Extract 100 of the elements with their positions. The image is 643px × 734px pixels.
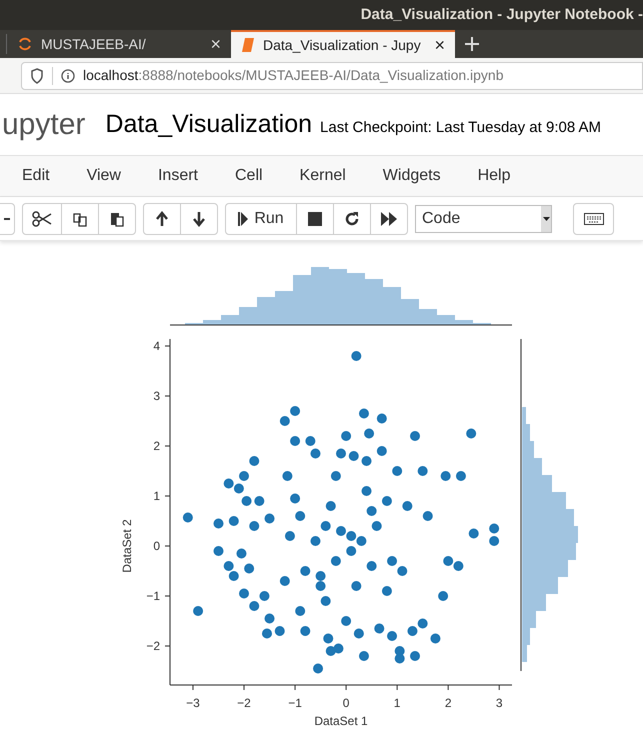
scatter-point xyxy=(402,501,412,511)
scatter-point xyxy=(489,524,500,534)
scatter-point xyxy=(236,548,246,558)
menu-item[interactable]: View xyxy=(86,164,121,188)
scatter-point xyxy=(438,591,448,601)
scatter-point xyxy=(313,664,324,674)
scatter-point xyxy=(468,528,479,538)
cut-button[interactable] xyxy=(22,202,62,234)
scatter-point xyxy=(382,496,392,506)
scatter-point xyxy=(410,431,420,441)
tick-label: −1 xyxy=(146,589,160,603)
scatter-point xyxy=(280,416,290,426)
scatter-point xyxy=(330,471,341,481)
scatter-point xyxy=(351,351,362,361)
scatter-point xyxy=(320,596,331,606)
arrow-down-icon xyxy=(192,210,206,226)
scatter-point xyxy=(366,506,377,516)
scatter-point xyxy=(295,606,306,616)
close-icon[interactable]: × xyxy=(210,35,221,53)
toolbar-button[interactable] xyxy=(0,202,15,234)
scatter-point xyxy=(316,571,326,581)
run-button[interactable]: Run xyxy=(225,202,297,234)
menu-item[interactable]: Cell xyxy=(234,164,263,188)
scatter-point xyxy=(262,628,272,638)
tick-label: 0 xyxy=(342,696,350,710)
scissors-icon xyxy=(32,210,52,226)
menu-item[interactable]: Help xyxy=(478,164,510,188)
cell-type-select[interactable]: Code xyxy=(415,204,552,232)
keyboard-button[interactable] xyxy=(573,202,614,234)
move-down-button[interactable] xyxy=(180,202,218,234)
scatter-point xyxy=(214,518,224,528)
scatter-point xyxy=(264,614,275,624)
scatter-point xyxy=(310,448,320,458)
tick-label: 2 xyxy=(444,696,452,710)
menu-item[interactable]: Insert xyxy=(158,164,198,188)
scatter-point xyxy=(254,496,264,506)
scatter-point xyxy=(193,606,204,616)
tick-label: −1 xyxy=(288,696,302,710)
scatter-point xyxy=(358,651,369,661)
scatter-point xyxy=(410,651,420,661)
browser-tab[interactable]: Data_Visualization - Jupy × xyxy=(231,30,455,58)
scatter-point xyxy=(264,514,275,524)
scatter-point xyxy=(387,556,398,566)
scatter-point xyxy=(228,516,239,526)
restart-button[interactable] xyxy=(333,202,371,234)
scatter-point xyxy=(330,556,341,566)
scatter-point xyxy=(351,581,362,591)
scatter-point xyxy=(392,466,402,476)
paste-icon xyxy=(109,210,125,226)
browser-tab[interactable]: MUSTAJEEB-AI/ × xyxy=(7,30,231,58)
tick-label: 1 xyxy=(153,489,160,503)
tick-label: 1 xyxy=(394,696,400,710)
scatter-point xyxy=(443,556,454,566)
logo-text: upyter xyxy=(2,107,86,143)
scatter-point xyxy=(362,486,372,496)
move-up-button[interactable] xyxy=(143,202,181,234)
scatter-point xyxy=(326,501,336,511)
menu-item[interactable]: Kernel xyxy=(300,164,346,188)
scatter-point xyxy=(239,588,250,598)
address-field[interactable]: localhost:8888/notebooks/MUSTAJEEB-AI/Data_Visualization.ipynb xyxy=(21,62,643,90)
scatter-point xyxy=(249,521,260,531)
fast-forward-icon xyxy=(381,212,397,226)
scatter-point xyxy=(336,448,346,458)
close-icon[interactable]: × xyxy=(434,36,445,54)
scatter-point xyxy=(300,566,310,576)
scatter-point xyxy=(244,564,254,574)
scatter-point xyxy=(323,634,334,644)
scatter-point xyxy=(320,521,331,531)
scatter-point xyxy=(290,436,300,446)
stop-button[interactable] xyxy=(296,202,334,234)
scatter-point xyxy=(239,471,250,481)
keyboard-icon xyxy=(584,212,604,224)
scatter-point xyxy=(249,456,260,466)
notebook-icon xyxy=(241,37,255,53)
new-tab-icon[interactable] xyxy=(465,37,479,51)
scatter-point xyxy=(310,536,320,546)
menu-item[interactable]: Edit xyxy=(22,164,50,188)
scatter-point xyxy=(374,624,384,634)
scatter-point xyxy=(290,406,300,416)
menu-item[interactable]: Widgets xyxy=(382,164,441,188)
scatter-point xyxy=(356,536,366,546)
scatter-point xyxy=(284,531,295,541)
copy-button[interactable] xyxy=(61,202,99,234)
checkpoint-text: Last Checkpoint: Last Tuesday at 9:08 AM xyxy=(320,118,602,138)
spinner-icon xyxy=(17,36,33,52)
tab-title: MUSTAJEEB-AI/ xyxy=(41,34,147,54)
scatter-point xyxy=(394,646,405,656)
notebook-title[interactable]: Data_Visualization xyxy=(105,106,312,144)
scatter-point xyxy=(336,526,346,536)
scatter-point xyxy=(242,496,252,506)
window-title: Data_Visualization - Jupyter Notebook - xyxy=(360,4,643,25)
scatter-point xyxy=(341,431,352,441)
scatter-point xyxy=(228,571,239,581)
scatter-point xyxy=(295,511,306,521)
tick-label: 4 xyxy=(153,339,160,353)
fast-forward-button[interactable] xyxy=(370,202,408,234)
scatter-point xyxy=(376,446,387,456)
paste-button[interactable] xyxy=(98,202,136,234)
scatter-point xyxy=(182,512,193,522)
scatter-point xyxy=(418,618,428,628)
